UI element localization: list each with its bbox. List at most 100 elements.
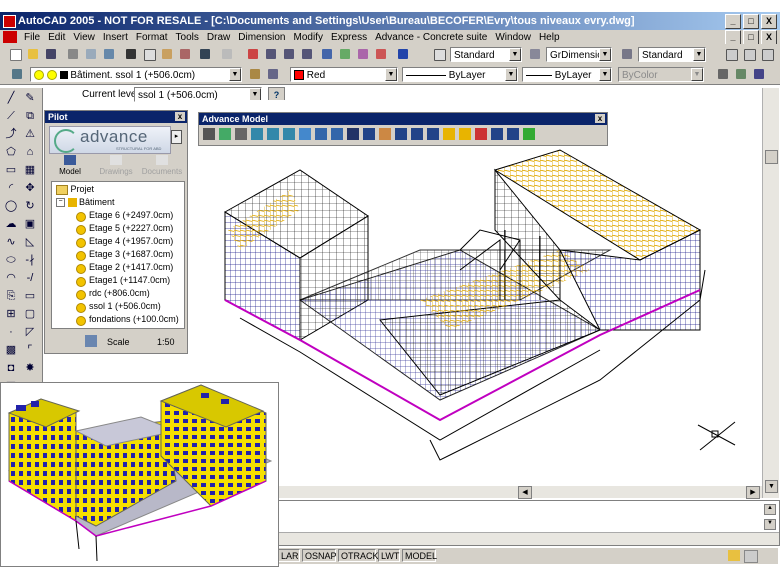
tree-item-level[interactable]: Etage 4 (+1957.0cm): [76, 236, 173, 248]
text-style-select[interactable]: Standard ▼: [450, 47, 522, 62]
line-icon[interactable]: ╱: [3, 90, 19, 106]
vertical-scroll-thumb[interactable]: [765, 150, 778, 164]
break-icon[interactable]: ▭: [22, 288, 38, 304]
save-icon[interactable]: [44, 47, 58, 61]
cut-icon[interactable]: [124, 47, 138, 61]
advance-model-close-icon[interactable]: x: [595, 114, 605, 123]
tab-model[interactable]: Model: [55, 155, 85, 176]
adv-view-icon[interactable]: [347, 128, 359, 140]
adv-section-icon[interactable]: [363, 128, 375, 140]
make-block-icon[interactable]: ⊞: [3, 306, 19, 322]
status-osnap-button[interactable]: OSNAP: [302, 549, 337, 562]
dim-style-select[interactable]: GrDimensions ▼: [546, 47, 612, 62]
linetype-select[interactable]: ByLayer ▼: [402, 67, 518, 82]
ellipse-arc-icon[interactable]: ◠: [3, 270, 19, 286]
mirror-icon[interactable]: ⚠: [22, 126, 38, 142]
scale-icon[interactable]: ▣: [22, 216, 38, 232]
adv-stair-icon[interactable]: [299, 128, 311, 140]
adv-column-icon[interactable]: [203, 128, 215, 140]
break-point-icon[interactable]: ▢: [22, 306, 38, 322]
scale-value[interactable]: 1:50: [157, 337, 175, 347]
sheet-set-icon[interactable]: [374, 47, 388, 61]
table-style-select[interactable]: Standard ▼: [638, 47, 706, 62]
adv-axis-icon[interactable]: [411, 128, 423, 140]
layout-icon[interactable]: [724, 47, 738, 61]
match-properties-icon[interactable]: [178, 47, 192, 61]
zoom-window-icon[interactable]: [282, 47, 296, 61]
adv-support-icon[interactable]: [331, 128, 343, 140]
undo-icon[interactable]: [198, 47, 212, 61]
paste-icon[interactable]: [160, 47, 174, 61]
layer-manager-icon[interactable]: [10, 67, 24, 81]
menu-advance[interactable]: Advance - Concrete suite: [371, 32, 491, 43]
color-select[interactable]: Red ▼: [290, 67, 398, 82]
new-icon[interactable]: [8, 47, 22, 61]
tray-settings-icon[interactable]: [744, 550, 758, 563]
collapse-icon[interactable]: −: [56, 198, 65, 208]
redo-icon[interactable]: [220, 47, 234, 61]
tree-item-projet[interactable]: Projet: [56, 184, 94, 195]
scroll-right-arrow-icon[interactable]: ▶: [746, 486, 760, 499]
adv-check-icon[interactable]: [379, 128, 391, 140]
layer-previous-icon[interactable]: [266, 67, 280, 81]
adv-opening-icon[interactable]: [283, 128, 295, 140]
tree-item-level-current[interactable]: ssol 1 (+506.0cm): [76, 301, 161, 313]
polyline-icon[interactable]: ⤴: [3, 126, 19, 142]
ellipse-icon[interactable]: ⬭: [3, 252, 19, 268]
polygon-icon[interactable]: ⬠: [3, 144, 19, 160]
autocad-app-icon[interactable]: [3, 15, 16, 28]
tree-item-level[interactable]: rdc (+806.0cm): [76, 288, 150, 300]
advance-3d-icon[interactable]: [752, 67, 766, 81]
menu-tools[interactable]: Tools: [172, 32, 203, 43]
hatch-icon[interactable]: ▩: [3, 342, 19, 358]
copy-object-icon[interactable]: ⧉: [22, 108, 38, 124]
tool-palettes-icon[interactable]: [356, 47, 370, 61]
cmd-horizontal-scroll[interactable]: [279, 532, 779, 545]
tree-item-level[interactable]: fondations (+100.0cm): [76, 314, 179, 326]
menu-view[interactable]: View: [69, 32, 99, 43]
document-icon[interactable]: [3, 31, 17, 43]
adv-footing-icon[interactable]: [267, 128, 279, 140]
adv-slab-icon[interactable]: [251, 128, 263, 140]
windows-icon[interactable]: [742, 47, 756, 61]
menu-window[interactable]: Window: [491, 32, 535, 43]
adv-load-icon[interactable]: [315, 128, 327, 140]
circle-icon[interactable]: ◯: [3, 198, 19, 214]
offset-icon[interactable]: ⌂: [22, 144, 38, 160]
tree-item-batiment[interactable]: − Bâtiment: [56, 197, 115, 208]
tab-documents[interactable]: Documents: [141, 155, 183, 176]
communication-center-icon[interactable]: [728, 550, 740, 561]
status-otrack-button[interactable]: OTRACK: [338, 549, 379, 562]
vertical-scrollbar[interactable]: ▼: [762, 88, 779, 498]
menu-draw[interactable]: Draw: [203, 32, 234, 43]
rotate-icon[interactable]: ↻: [22, 198, 38, 214]
adv-import-icon[interactable]: [507, 128, 519, 140]
advance-settings-icon[interactable]: [716, 67, 730, 81]
adv-wall-icon[interactable]: [235, 128, 247, 140]
design-center-icon[interactable]: [338, 47, 352, 61]
tree-item-level[interactable]: Etage 6 (+2497.0cm): [76, 210, 173, 222]
tree-item-level[interactable]: Etage1 (+1147.0cm): [76, 275, 170, 287]
pilot-expand-button[interactable]: ▸: [171, 130, 182, 144]
region-icon[interactable]: ◘: [3, 360, 19, 376]
zoom-previous-icon[interactable]: [300, 47, 314, 61]
doc-minimize-button[interactable]: _: [725, 29, 741, 45]
menu-help[interactable]: Help: [535, 32, 564, 43]
plot-icon[interactable]: [66, 47, 80, 61]
status-lwt-button[interactable]: LWT: [378, 549, 400, 562]
trim-icon[interactable]: -∤: [22, 252, 38, 268]
adv-beam-icon[interactable]: [219, 128, 231, 140]
properties-icon[interactable]: [320, 47, 334, 61]
revision-cloud-icon[interactable]: ☁: [3, 216, 19, 232]
chamfer-icon[interactable]: ◸: [22, 324, 38, 340]
layer-select[interactable]: Bâtiment. ssol 1 (+506.0cm) ▼: [30, 67, 242, 82]
pilot-close-icon[interactable]: x: [175, 112, 185, 121]
doc-close-button[interactable]: X: [761, 29, 777, 45]
preview-icon[interactable]: [84, 47, 98, 61]
menu-edit[interactable]: Edit: [44, 32, 69, 43]
status-model-button[interactable]: MODEL: [402, 549, 437, 562]
point-icon[interactable]: ·: [3, 324, 19, 340]
menu-file[interactable]: File: [20, 32, 44, 43]
fillet-icon[interactable]: ⌜: [22, 342, 38, 358]
status-ortho-polar-button[interactable]: LAR: [278, 549, 300, 562]
